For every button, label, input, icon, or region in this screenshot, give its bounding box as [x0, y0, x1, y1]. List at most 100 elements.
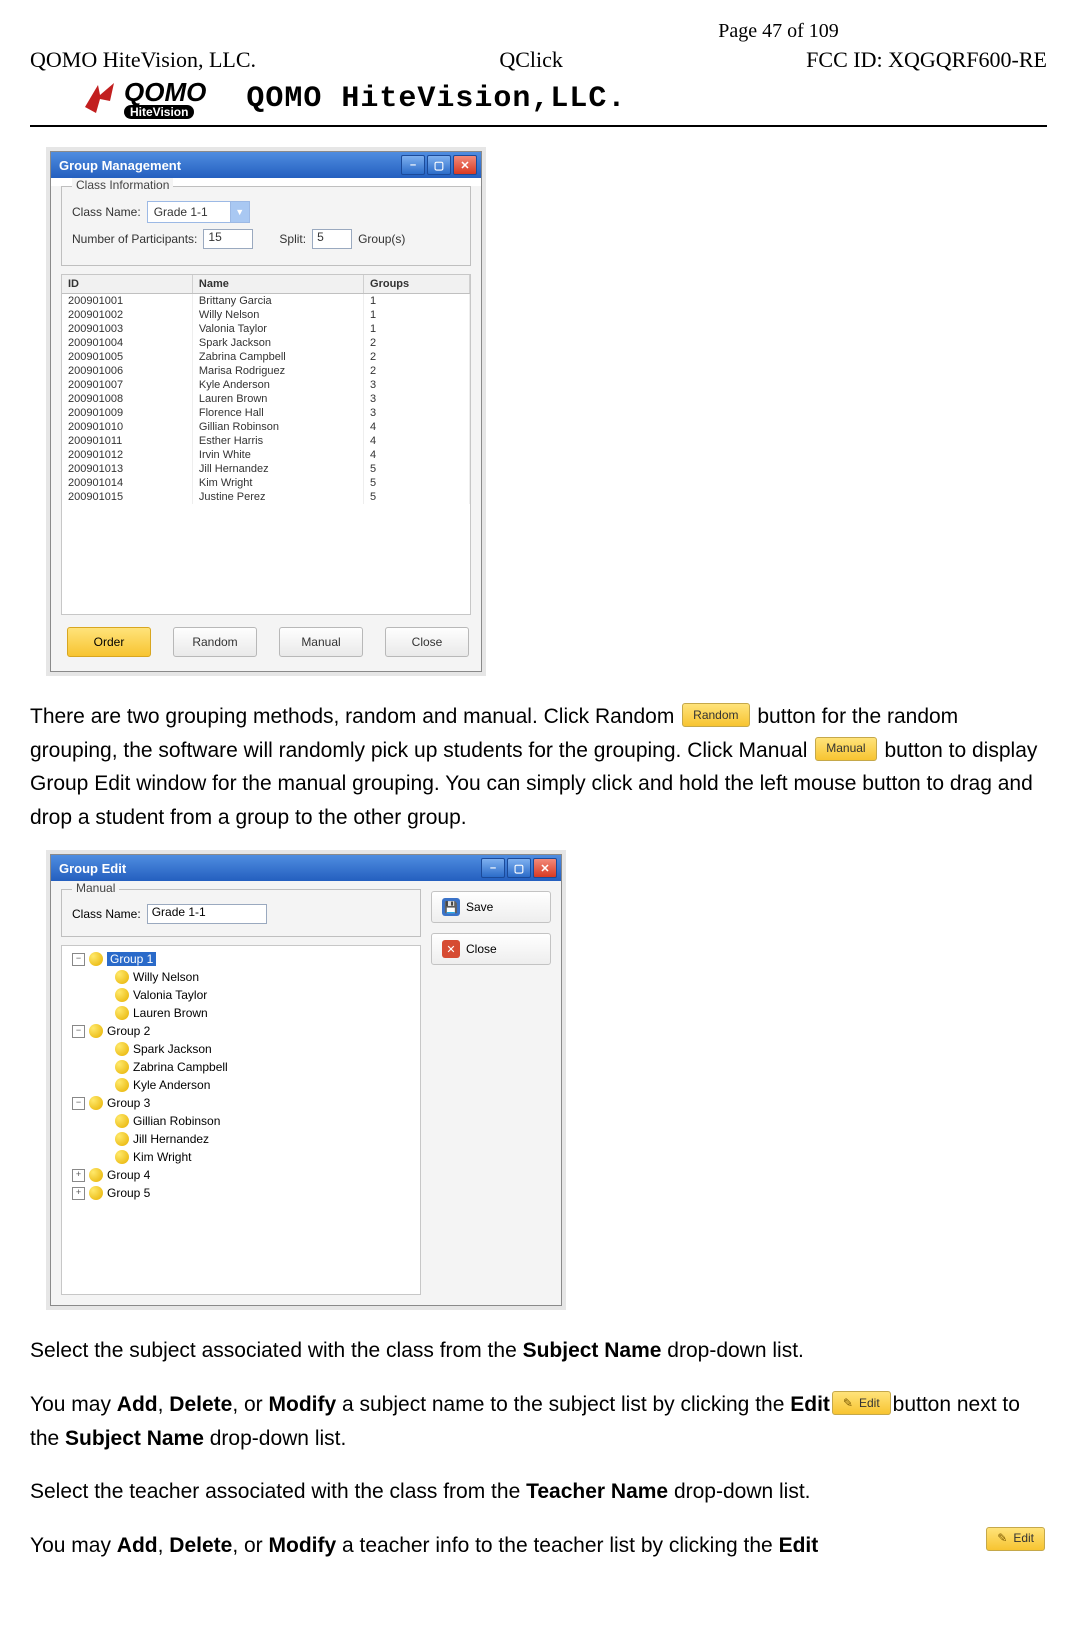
table-row[interactable]: 200901013Jill Hernandez5	[62, 462, 470, 476]
window-titlebar[interactable]: Group Management – ▢ ✕	[51, 152, 481, 178]
person-icon	[115, 1114, 129, 1128]
logo-icon	[80, 79, 120, 119]
chevron-down-icon[interactable]: ▼	[230, 202, 249, 222]
logo: QOMO HiteVision	[80, 79, 206, 119]
tree-student[interactable]: Spark Jackson	[68, 1040, 414, 1058]
table-row[interactable]: 200901001Brittany Garcia1	[62, 294, 470, 309]
split-input[interactable]: 5	[312, 229, 352, 249]
person-icon	[115, 1132, 129, 1146]
page-number: Page 47 of 109	[510, 20, 1047, 43]
expand-icon[interactable]: +	[72, 1187, 85, 1200]
group-management-window: Group Management – ▢ ✕ Class Information…	[50, 151, 482, 672]
fieldset-legend: Class Information	[72, 178, 173, 192]
expand-icon[interactable]: +	[72, 1169, 85, 1182]
tree-group[interactable]: −Group 1	[68, 950, 414, 968]
participants-label: Number of Participants:	[72, 232, 197, 246]
close-icon[interactable]: ✕	[453, 155, 477, 175]
tree-group[interactable]: −Group 2	[68, 1022, 414, 1040]
paragraph-subject-edit: You may Add, Delete, or Modify a subject…	[30, 1388, 1047, 1455]
class-name-input[interactable]: Grade 1-1	[147, 904, 267, 924]
paragraph-subject-select: Select the subject associated with the c…	[30, 1334, 1047, 1368]
person-icon	[115, 1006, 129, 1020]
table-row[interactable]: 200901010Gillian Robinson4	[62, 420, 470, 434]
expand-icon[interactable]: −	[72, 953, 85, 966]
random-button[interactable]: Random	[173, 627, 257, 657]
tree-student[interactable]: Lauren Brown	[68, 1004, 414, 1022]
minimize-icon[interactable]: –	[481, 858, 505, 878]
table-row[interactable]: 200901003Valonia Taylor1	[62, 322, 470, 336]
person-icon	[89, 1168, 103, 1182]
table-row[interactable]: 200901008Lauren Brown3	[62, 392, 470, 406]
inline-random-button[interactable]: Random	[682, 703, 749, 727]
class-name-value: Grade 1-1	[148, 205, 230, 219]
table-row[interactable]: 200901007Kyle Anderson3	[62, 378, 470, 392]
person-icon	[115, 1078, 129, 1092]
tree-group[interactable]: −Group 3	[68, 1094, 414, 1112]
table-row[interactable]: 200901006Marisa Rodriguez2	[62, 364, 470, 378]
table-row[interactable]: 200901015Justine Perez5	[62, 490, 470, 504]
tree-student[interactable]: Jill Hernandez	[68, 1130, 414, 1148]
group-tree[interactable]: −Group 1Willy NelsonValonia TaylorLauren…	[61, 945, 421, 1295]
tree-student[interactable]: Zabrina Campbell	[68, 1058, 414, 1076]
tree-student[interactable]: Willy Nelson	[68, 968, 414, 986]
table-row[interactable]: 200901002Willy Nelson1	[62, 308, 470, 322]
tree-student[interactable]: Kyle Anderson	[68, 1076, 414, 1094]
logo-word: QOMO	[124, 79, 206, 105]
table-row[interactable]: 200901009Florence Hall3	[62, 406, 470, 420]
inline-manual-button[interactable]: Manual	[815, 737, 876, 761]
person-icon	[115, 1060, 129, 1074]
col-name[interactable]: Name	[192, 275, 363, 294]
class-name-label: Class Name:	[72, 205, 141, 219]
close-label: Close	[466, 942, 497, 956]
close-icon: ✕	[442, 940, 460, 958]
window-title: Group Management	[59, 158, 181, 173]
save-label: Save	[466, 900, 493, 914]
minimize-icon[interactable]: –	[401, 155, 425, 175]
table-row[interactable]: 200901004Spark Jackson2	[62, 336, 470, 350]
fieldset-legend: Manual	[72, 881, 119, 895]
tree-student[interactable]: Kim Wright	[68, 1148, 414, 1166]
order-button[interactable]: Order	[67, 627, 151, 657]
window-titlebar[interactable]: Group Edit – ▢ ✕	[51, 855, 561, 881]
expand-icon[interactable]: −	[72, 1025, 85, 1038]
manual-group: Manual Class Name: Grade 1-1	[61, 889, 421, 937]
col-id[interactable]: ID	[62, 275, 192, 294]
table-row[interactable]: 200901011Esther Harris4	[62, 434, 470, 448]
class-information-group: Class Information Class Name: Grade 1-1 …	[61, 186, 471, 266]
paragraph-grouping-methods: There are two grouping methods, random a…	[30, 700, 1047, 834]
maximize-icon[interactable]: ▢	[507, 858, 531, 878]
maximize-icon[interactable]: ▢	[427, 155, 451, 175]
window-title: Group Edit	[59, 861, 126, 876]
paragraph-teacher-select: Select the teacher associated with the c…	[30, 1475, 1047, 1509]
header-center: QClick	[499, 47, 563, 73]
table-row[interactable]: 200901014Kim Wright5	[62, 476, 470, 490]
group-edit-window: Group Edit – ▢ ✕ Manual Class Name: Grad…	[50, 854, 562, 1306]
manual-button[interactable]: Manual	[279, 627, 363, 657]
participants-input[interactable]: 15	[203, 229, 253, 249]
close-icon[interactable]: ✕	[533, 858, 557, 878]
groups-suffix: Group(s)	[358, 232, 405, 246]
col-groups[interactable]: Groups	[364, 275, 470, 294]
close-button[interactable]: Close	[385, 627, 469, 657]
inline-edit-button[interactable]: Edit	[832, 1391, 891, 1415]
tree-group[interactable]: +Group 4	[68, 1166, 414, 1184]
class-name-label: Class Name:	[72, 907, 141, 921]
table-row[interactable]: 200901005Zabrina Campbell2	[62, 350, 470, 364]
close-button[interactable]: ✕ Close	[431, 933, 551, 965]
students-table: ID Name Groups 200901001Brittany Garcia1…	[61, 274, 471, 615]
person-icon	[89, 1096, 103, 1110]
class-name-dropdown[interactable]: Grade 1-1 ▼	[147, 201, 250, 223]
person-icon	[89, 952, 103, 966]
save-button[interactable]: 💾 Save	[431, 891, 551, 923]
person-icon	[89, 1024, 103, 1038]
split-label: Split:	[279, 232, 306, 246]
logo-sub: HiteVision	[124, 105, 194, 119]
tree-student[interactable]: Gillian Robinson	[68, 1112, 414, 1130]
expand-icon[interactable]: −	[72, 1097, 85, 1110]
inline-edit-button[interactable]: Edit	[986, 1527, 1045, 1551]
tree-student[interactable]: Valonia Taylor	[68, 986, 414, 1004]
header-right: FCC ID: XQGQRF600-RE	[806, 47, 1047, 73]
tree-group[interactable]: +Group 5	[68, 1184, 414, 1202]
paragraph-teacher-edit: You may Add, Delete, or Modify a teacher…	[30, 1529, 1047, 1563]
table-row[interactable]: 200901012Irvin White4	[62, 448, 470, 462]
